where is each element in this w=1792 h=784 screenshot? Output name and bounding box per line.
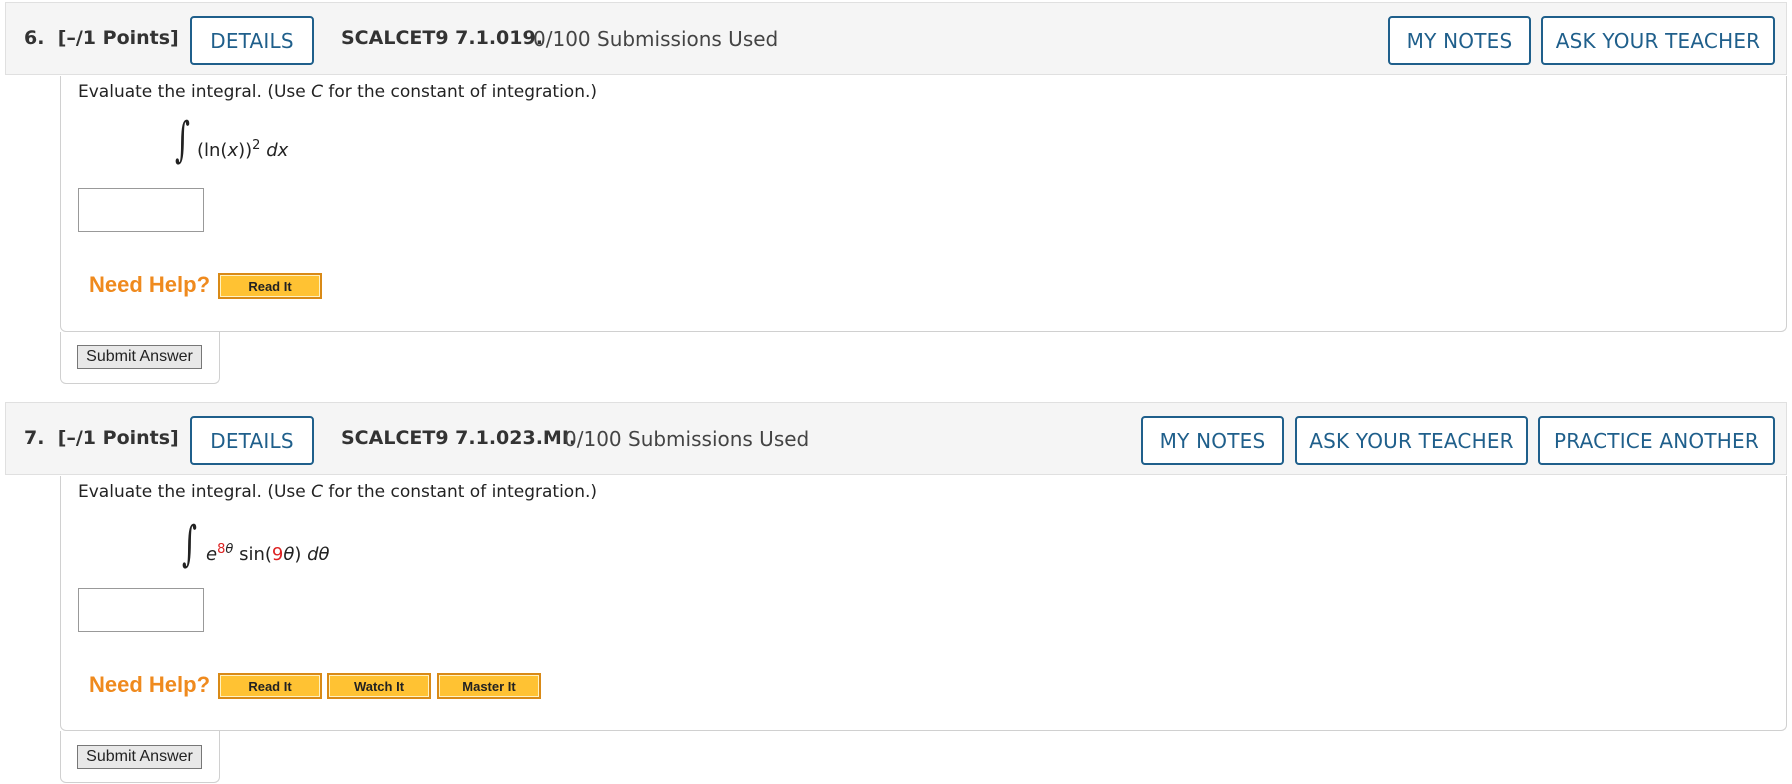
question-number: 7. [–/1 Points] — [24, 427, 179, 449]
submissions-used: 0/100 Submissions Used — [564, 427, 810, 451]
ask-teacher-button[interactable]: ASK YOUR TEACHER — [1295, 416, 1528, 465]
answer-input[interactable] — [78, 588, 204, 632]
details-button[interactable]: DETAILS — [190, 16, 314, 65]
integral-sign: ∫ — [182, 516, 198, 572]
submit-answer-button[interactable]: Submit Answer — [77, 745, 202, 769]
question-prompt: Evaluate the integral. (Use C for the co… — [78, 482, 598, 502]
question-header: 6. [–/1 Points] DETAILS SCALCET9 7.1.019… — [5, 2, 1787, 75]
question-prompt: Evaluate the integral. (Use C for the co… — [78, 82, 598, 102]
question-code: SCALCET9 7.1.023.MI. — [341, 427, 577, 449]
need-help-label: Need Help? — [89, 272, 211, 297]
submit-answer-button[interactable]: Submit Answer — [77, 345, 202, 369]
watch-it-button[interactable]: Watch It — [327, 673, 431, 699]
my-notes-button[interactable]: MY NOTES — [1141, 416, 1284, 465]
question-code: SCALCET9 7.1.019. — [341, 27, 543, 49]
details-button[interactable]: DETAILS — [190, 416, 314, 465]
submissions-used: 0/100 Submissions Used — [533, 27, 779, 51]
read-it-button[interactable]: Read It — [218, 673, 322, 699]
ask-teacher-button[interactable]: ASK YOUR TEACHER — [1541, 16, 1775, 65]
my-notes-button[interactable]: MY NOTES — [1388, 16, 1531, 65]
question-number: 6. [–/1 Points] — [24, 27, 179, 49]
question-header: 7. [–/1 Points] DETAILS SCALCET9 7.1.023… — [5, 402, 1787, 475]
answer-input[interactable] — [78, 188, 204, 232]
read-it-button[interactable]: Read It — [218, 273, 322, 299]
master-it-button[interactable]: Master It — [437, 673, 541, 699]
integral-sign: ∫ — [175, 112, 191, 168]
practice-another-button[interactable]: PRACTICE ANOTHER — [1538, 416, 1775, 465]
need-help-label: Need Help? — [89, 672, 211, 697]
